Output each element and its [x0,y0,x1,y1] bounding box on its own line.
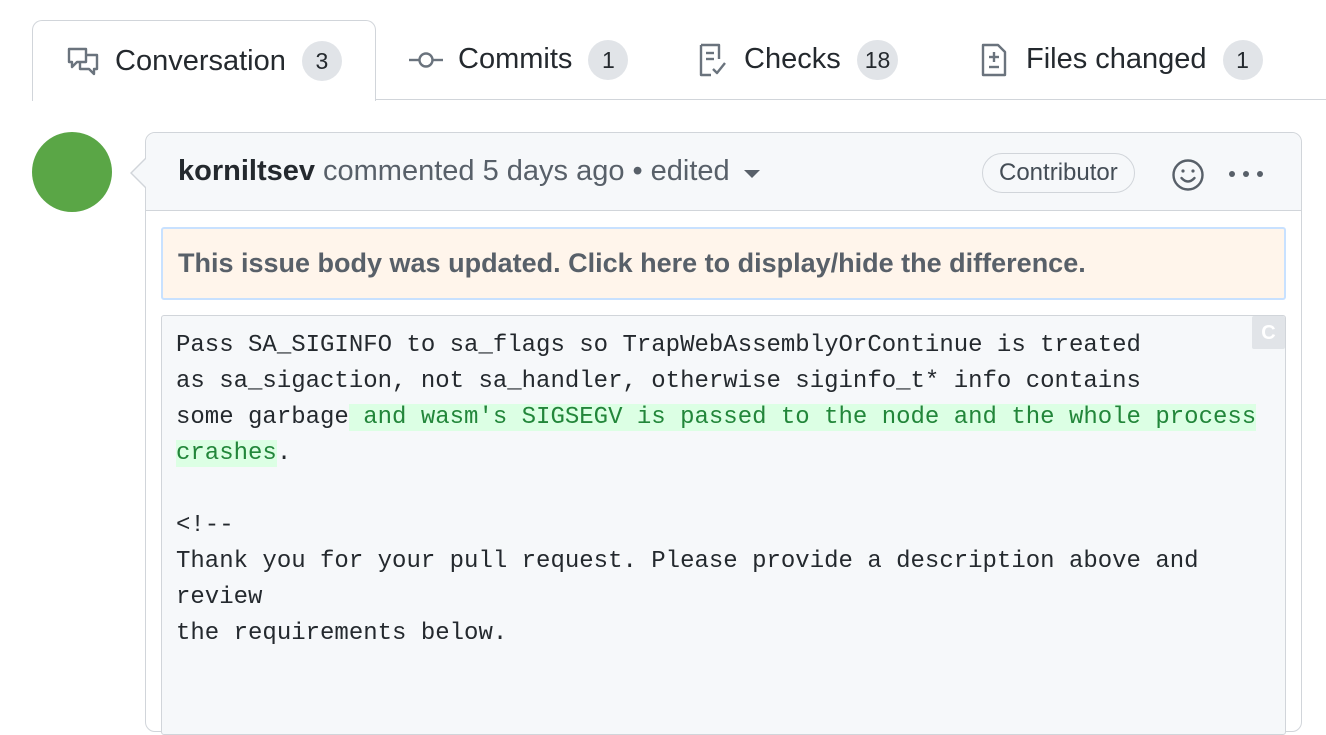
added-text: and wasm's SIGSEGV is passed to the node… [348,404,1257,431]
edited-dropdown[interactable]: edited [651,155,760,188]
chevron-down-icon [743,169,760,178]
checklist-icon [694,42,730,78]
code-text: . [276,440,292,467]
comment-author[interactable]: korniltsev [178,155,315,188]
code-text: some garbage [176,404,349,431]
pr-tabs: Conversation 3 Commits 1 Checks 18 Files… [0,0,1326,101]
edited-label: edited [650,155,730,187]
tab-files-changed[interactable]: Files changed 1 [976,20,1263,99]
comment-pointer-fill [132,158,147,188]
code-line: review [176,584,263,611]
kebab-horizontal-icon [1229,171,1263,177]
tab-checks[interactable]: Checks 18 [694,20,899,99]
code-line: some garbage and wasm's SIGSEGV is passe… [176,400,1271,436]
code-line: Pass SA_SIGINFO to sa_flags so TrapWebAs… [176,332,1141,359]
contributor-badge: Contributor [982,153,1135,193]
comment-discussion-icon [65,43,101,79]
file-diff-icon [976,42,1012,78]
add-reaction-button[interactable] [1170,157,1206,193]
tab-commits[interactable]: Commits 1 [408,20,629,99]
tab-checks-count: 18 [856,39,899,80]
code-line: Thank you for your pull request. Please … [176,548,1199,575]
comment-box: korniltsev commented 5 days ago • edited… [130,132,1302,735]
tab-conversation-count: 3 [301,41,342,81]
comment-separator: • [632,155,643,187]
comment-header: korniltsev commented 5 days ago • edited… [146,133,1301,211]
copy-button[interactable]: C [1252,316,1285,349]
body-updated-notice[interactable]: This issue body was updated. Click here … [161,227,1286,300]
tab-commits-label: Commits [458,43,573,75]
code-line: crashes. [176,436,1271,472]
tab-files-changed-label: Files changed [1026,43,1207,75]
tab-files-changed-count: 1 [1222,39,1263,80]
more-options-button[interactable] [1226,159,1266,189]
tab-conversation-label: Conversation [115,44,286,77]
git-commit-icon [408,42,444,78]
tab-commits-count: 1 [588,39,629,80]
comment-body-code: Pass SA_SIGINFO to sa_flags so TrapWebAs… [161,315,1286,735]
smiley-icon [1172,159,1204,191]
code-line: the requirements below. [176,620,508,647]
code-line: as sa_sigaction, not sa_handler, otherwi… [176,368,1141,395]
comment-action: commented [323,155,475,187]
comment-time[interactable]: 5 days ago [483,155,625,188]
tab-checks-label: Checks [744,43,841,75]
avatar[interactable] [32,132,112,212]
added-text: crashes [176,440,277,467]
code-line: <!-- [176,512,234,539]
tab-conversation[interactable]: Conversation 3 [32,20,376,101]
